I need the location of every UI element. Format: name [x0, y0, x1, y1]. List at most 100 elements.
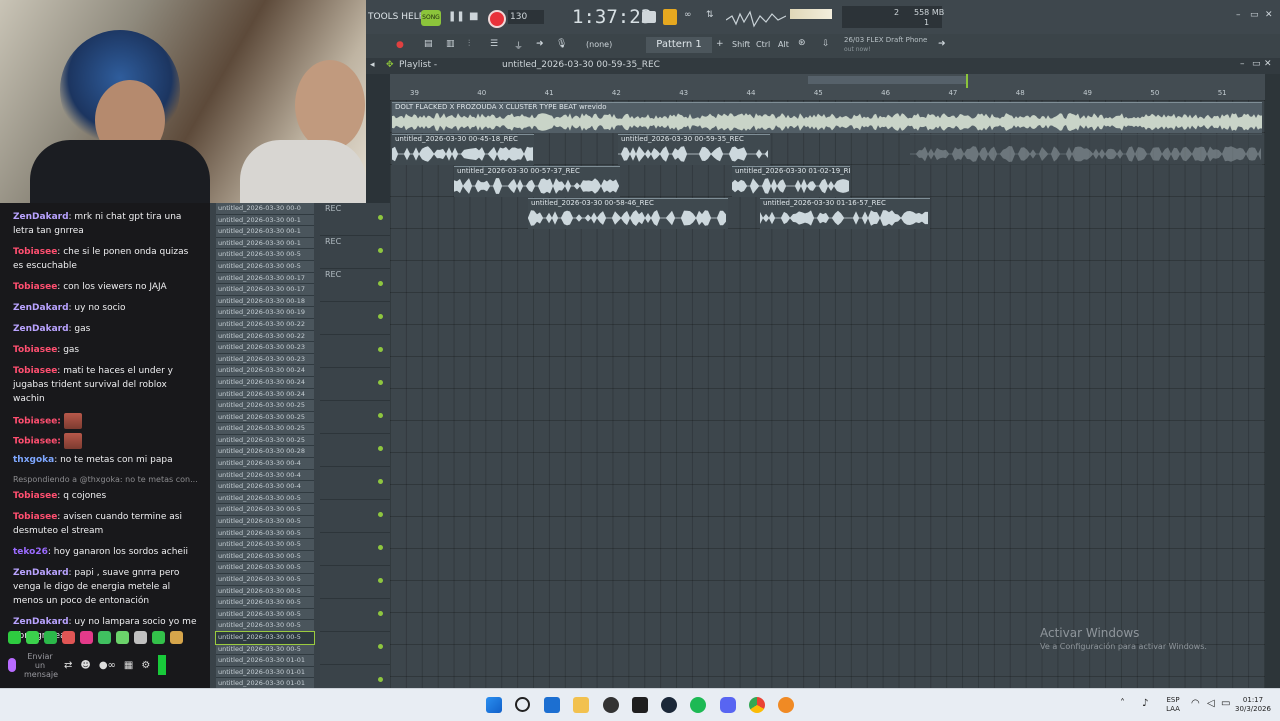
- track-header[interactable]: [320, 302, 390, 335]
- horizontal-scrollbar[interactable]: [808, 76, 968, 84]
- shift-key[interactable]: Shift: [732, 40, 750, 49]
- chat-username[interactable]: ZenDakard: [13, 568, 69, 578]
- emote-icon[interactable]: [116, 631, 129, 644]
- track-header[interactable]: [320, 566, 390, 599]
- browser-file-item[interactable]: untitled_2026-03-30 00-24: [216, 388, 314, 401]
- clip-rec-5[interactable]: untitled_2026-03-30 00-58-46_REC: [528, 198, 728, 229]
- browser-file-item[interactable]: untitled_2026-03-30 00-5: [216, 643, 314, 656]
- browser-file-item[interactable]: untitled_2026-03-30 00-22: [216, 330, 314, 343]
- browser-file-item[interactable]: untitled_2026-03-30 00-25: [216, 434, 314, 447]
- browser-file-item[interactable]: untitled_2026-03-30 00-5: [216, 539, 314, 551]
- chat-username[interactable]: thxgoka: [13, 455, 54, 465]
- browser-file-item[interactable]: untitled_2026-03-30 00-1: [216, 237, 314, 250]
- browser-file-item[interactable]: untitled_2026-03-30 00-28: [216, 446, 314, 459]
- alt-key[interactable]: Alt: [778, 40, 789, 49]
- track-header[interactable]: [320, 368, 390, 401]
- playlist-icon[interactable]: ▤: [424, 39, 433, 49]
- mic-icon[interactable]: 🎙: [556, 39, 567, 49]
- browser-file-item[interactable]: untitled_2026-03-30 01-01: [216, 655, 314, 667]
- snap-icon[interactable]: ✥: [386, 60, 394, 70]
- track-enable-icon[interactable]: [378, 611, 383, 616]
- track-header[interactable]: [320, 500, 390, 533]
- fl-studio-icon[interactable]: [778, 697, 794, 713]
- browser-file-item[interactable]: untitled_2026-03-30 00-4: [216, 458, 314, 470]
- chat-username[interactable]: ZenDakard: [13, 617, 69, 627]
- track-enable-icon[interactable]: [378, 512, 383, 517]
- terminal-icon[interactable]: [632, 697, 648, 713]
- wifi-icon[interactable]: ◠: [1191, 699, 1200, 709]
- mic-icon[interactable]: [8, 658, 16, 672]
- chat-username[interactable]: ZenDakard: [13, 324, 69, 334]
- browser-file-item[interactable]: untitled_2026-03-30 00-5: [216, 608, 314, 621]
- record-arm-icon[interactable]: ●: [396, 40, 404, 50]
- clock[interactable]: 01:17 30/3/2026: [1228, 696, 1278, 714]
- browser-file-item[interactable]: untitled_2026-03-30 00-18: [216, 295, 314, 308]
- metronome-icon[interactable]: [642, 11, 656, 23]
- track-enable-icon[interactable]: [378, 248, 383, 253]
- playlist-minimize-icon[interactable]: –: [1240, 59, 1245, 69]
- plugin-icon[interactable]: ⏚: [514, 39, 523, 52]
- browser-file-item[interactable]: untitled_2026-03-30 00-19: [216, 307, 314, 319]
- clip-main[interactable]: DOLT FLACKED X FROZOUDA X CLUSTER TYPE B…: [392, 102, 1262, 133]
- track-enable-icon[interactable]: [378, 479, 383, 484]
- browser-file-item[interactable]: untitled_2026-03-30 00-23: [216, 342, 314, 354]
- browser-file-item[interactable]: untitled_2026-03-30 00-5: [215, 631, 315, 645]
- track-header[interactable]: [320, 401, 390, 434]
- browser-file-item[interactable]: untitled_2026-03-30 00-5: [216, 249, 314, 261]
- clip-rec-2[interactable]: untitled_2026-03-30 00-59-35_REC: [618, 134, 770, 165]
- clip-rec-ghost[interactable]: [910, 134, 1262, 165]
- track-header[interactable]: REC: [320, 203, 390, 236]
- timeline-ruler[interactable]: 39 40 41 42 43 44 45 46 47 48 49 50 51: [390, 74, 1270, 100]
- add-pattern-button[interactable]: +: [716, 39, 724, 49]
- browser-file-item[interactable]: untitled_2026-03-30 00-5: [216, 550, 314, 563]
- menu-tools-help[interactable]: TOOLS HELP: [368, 12, 424, 22]
- emote-icon[interactable]: [152, 631, 165, 644]
- loop-record-icon[interactable]: ⇅: [706, 10, 714, 20]
- file-explorer-icon[interactable]: [573, 697, 589, 713]
- steam-icon[interactable]: [661, 697, 677, 713]
- browser-file-item[interactable]: untitled_2026-03-30 00-24: [216, 376, 314, 389]
- chat-username[interactable]: ZenDakard: [13, 303, 69, 313]
- news-title[interactable]: 26/03 FLEX Draft Phone: [844, 36, 927, 44]
- channel-rack-icon[interactable]: ⫶: [468, 39, 470, 49]
- news-arrow-icon[interactable]: ➜: [938, 39, 946, 49]
- chat-username[interactable]: Tobiasee: [13, 247, 57, 257]
- playhead-marker[interactable]: [966, 74, 968, 88]
- volume-icon[interactable]: ◁: [1207, 699, 1215, 709]
- record-button[interactable]: [488, 10, 506, 28]
- arrangement-name[interactable]: untitled_2026-03-30 00-59-35_REC: [502, 60, 660, 70]
- playlist-maximize-icon[interactable]: ▭: [1252, 59, 1261, 69]
- mic-tray-icon[interactable]: ♪: [1142, 699, 1148, 709]
- playlist-grid[interactable]: DOLT FLACKED X FROZOUDA X CLUSTER TYPE B…: [390, 100, 1265, 688]
- browser-file-item[interactable]: untitled_2026-03-30 00-5: [216, 574, 314, 586]
- emote-icon[interactable]: [62, 631, 75, 644]
- ctrl-key[interactable]: Ctrl: [756, 40, 770, 49]
- store-icon[interactable]: [544, 697, 560, 713]
- download-icon[interactable]: ⇩: [822, 39, 830, 49]
- track-enable-icon[interactable]: [378, 281, 383, 286]
- track-header[interactable]: [320, 434, 390, 467]
- browser-file-item[interactable]: untitled_2026-03-30 00-5: [216, 562, 314, 574]
- emote-icon[interactable]: [134, 631, 147, 644]
- chat-username[interactable]: Tobiasee: [13, 282, 57, 292]
- store-icon[interactable]: ▦: [124, 660, 133, 671]
- browser-file-item[interactable]: untitled_2026-03-30 00-24: [216, 365, 314, 377]
- chat-username[interactable]: Tobiasee:: [13, 417, 64, 427]
- track-enable-icon[interactable]: [378, 545, 383, 550]
- browser-file-item[interactable]: untitled_2026-03-30 00-17: [216, 284, 314, 296]
- browser-file-item[interactable]: untitled_2026-03-30 00-5: [216, 620, 314, 632]
- countdown-icon[interactable]: [663, 9, 677, 25]
- track-enable-icon[interactable]: [378, 644, 383, 649]
- browser-file-item[interactable]: untitled_2026-03-30 00-5: [216, 260, 314, 273]
- track-enable-icon[interactable]: [378, 413, 383, 418]
- vertical-scrollbar[interactable]: [1265, 74, 1280, 688]
- browser-file-item[interactable]: untitled_2026-03-30 00-22: [216, 318, 314, 331]
- browser-file-item[interactable]: untitled_2026-03-30 00-5: [216, 492, 314, 505]
- maximize-icon[interactable]: ▭: [1250, 10, 1259, 20]
- search-icon[interactable]: [515, 697, 530, 712]
- browser-file-item[interactable]: untitled_2026-03-30 00-4: [216, 469, 314, 482]
- track-header[interactable]: REC: [320, 269, 390, 302]
- send-button[interactable]: [158, 655, 167, 675]
- master-volume-slider[interactable]: [790, 9, 832, 19]
- spotify-icon[interactable]: [690, 697, 706, 713]
